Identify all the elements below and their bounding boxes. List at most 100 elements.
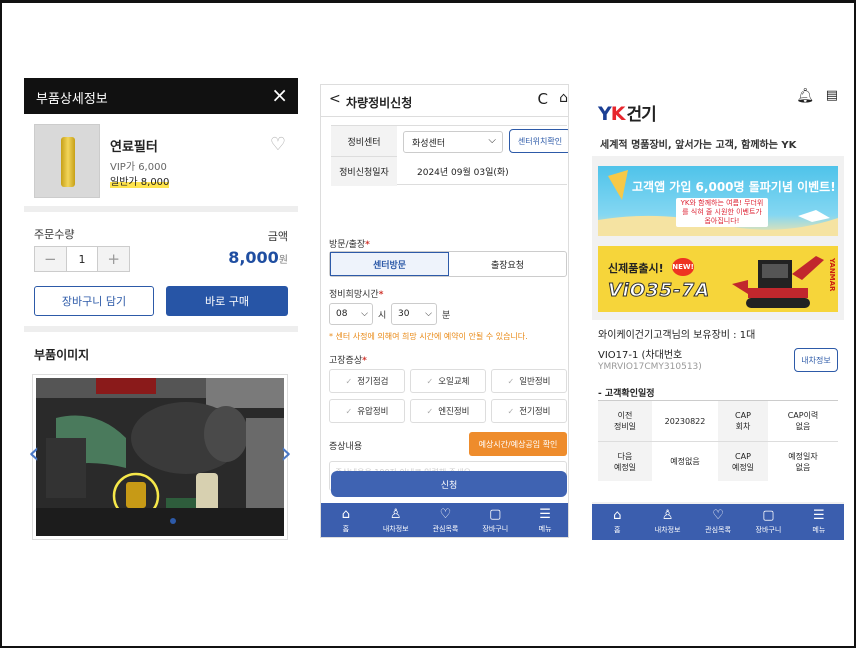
nav-wishlist[interactable]: ♡ 관심목록 [421,503,471,537]
nav-label: 홈 [613,526,621,534]
nav-label: 내차정보 [654,526,681,534]
check-icon: ✓ [507,406,515,416]
nav-my-car[interactable]: ♙ 내차정보 [642,504,692,540]
heart-icon: ♡ [439,507,452,522]
divider [24,326,298,332]
chevron-down-icon: ⌵ [488,135,496,146]
yk-home-screen: YK 건기 🔔︎ ▤ 세계적 명품장비, 앞서가는 고객, 함께하는 YK 고객앱… [592,84,844,540]
service-request-screen: < 차량정비신청 C ⌂ 정비센터 화성센터 ⌵ 센터위치확인 정비신청일자 2… [320,84,569,538]
plus-button[interactable]: + [98,247,130,271]
quantity-label: 주문수량 [34,228,75,241]
menu-icon: ☰ [539,507,551,522]
table-cell: 예정없음 [652,441,718,481]
heart-icon[interactable]: ♡ [270,134,286,155]
nav-wishlist[interactable]: ♡ 관심목록 [693,504,743,540]
buy-now-button[interactable]: 바로 구매 [166,286,288,316]
symptom-label: 오일교체 [438,377,470,387]
chevron-down-icon: ⌵ [425,309,432,319]
nav-label: 메뉴 [812,526,826,534]
center-label: 정비센터 [331,126,397,156]
minus-button[interactable]: − [35,247,66,271]
next-arrow-icon[interactable]: › [280,436,292,471]
symptom-checkbox[interactable]: ✓ 전기정비 [491,399,567,423]
content-label: 증상내용 [329,442,363,452]
close-icon[interactable]: × [271,84,288,106]
symptom-checkbox[interactable]: ✓ 엔진정비 [410,399,486,423]
home-icon: ⌂ [341,507,351,522]
person-icon: ♙ [389,507,402,522]
visit-type-text: 방문/출장 [329,240,366,250]
vip-price: VIP가 6,000 [110,162,167,173]
visit-type-label: 방문/출장* [329,237,370,250]
brand-name: YANMAR [828,258,836,292]
symptom-label: 전기정비 [519,407,551,417]
nav-cart[interactable]: ▢ 장바구니 [743,504,793,540]
check-icon: ✓ [426,406,434,416]
nav-cart[interactable]: ▢ 장바구니 [470,503,520,537]
symptom-label: 유압정비 [357,407,389,417]
table-cell: 다음 예정일 [598,441,652,481]
center-select[interactable]: 화성센터 ⌵ [403,131,503,153]
table-cell: CAP 예정일 [718,441,768,481]
symptom-checkbox[interactable]: ✓ 정기점검 [329,369,405,393]
schedule-table: 이전 정비일 20230822 CAP 회차 CAP이력 없음 다음 예정일 예… [598,400,838,481]
divider [24,206,298,212]
carousel-indicator [170,518,176,524]
table-cell: CAP 회차 [718,401,768,441]
add-to-cart-button[interactable]: 장바구니 담기 [34,286,154,316]
product-name: 연료필터 [110,140,158,155]
table-cell: 이전 정비일 [598,401,652,441]
nav-label: 내차정보 [382,525,409,533]
part-image-title: 부품이미지 [34,348,90,362]
visit-center-option[interactable]: 센터방문 [330,252,449,276]
quantity-stepper: − 1 + [34,246,130,272]
quantity-input[interactable]: 1 [65,247,99,271]
check-icon: ✓ [345,376,353,386]
visit-type-toggle: 센터방문 출장요청 [329,251,567,277]
check-icon: ✓ [345,406,353,416]
nav-home[interactable]: ⌂ 홈 [592,504,642,540]
hour-value: 08 [336,309,348,319]
my-car-button[interactable]: 내차정보 [794,348,838,372]
service-request-header: < 차량정비신청 C ⌂ [321,85,568,117]
submit-button[interactable]: 신청 [331,471,567,497]
date-value: 2024년 09월 03일(화) [417,168,509,178]
nav-menu[interactable]: ☰ 메뉴 [520,503,568,537]
estimate-button[interactable]: 예상시간/예상공임 확인 [469,432,567,456]
back-icon[interactable]: < [329,91,341,107]
part-detail-header: 부품상세정보 × [24,78,298,114]
time-label: 정비희망시간* [329,287,383,300]
minute-select[interactable]: 30 ⌵ [391,303,437,325]
visit-onsite-option[interactable]: 출장요청 [449,252,566,276]
bottom-nav: ⌂ 홈 ♙ 내차정보 ♡ 관심목록 ▢ 장바구니 ☰ 메뉴 [592,504,844,540]
product-thumbnail [34,124,100,198]
symptom-label: 엔진정비 [438,407,470,417]
nav-home[interactable]: ⌂ 홈 [321,503,371,537]
prev-arrow-icon[interactable]: ‹ [28,436,40,471]
person-icon: ♙ [661,508,674,523]
symptom-checkbox[interactable]: ✓ 일반정비 [491,369,567,393]
nav-my-car[interactable]: ♙ 내차정보 [371,503,421,537]
home-icon[interactable]: ⌂ [559,90,568,106]
menu-icon: ☰ [813,508,825,523]
home-icon: ⌂ [613,508,622,523]
bell-icon[interactable]: 🔔︎ [796,88,814,104]
center-location-button[interactable]: 센터위치확인 [509,129,568,153]
table-cell: 20230822 [664,416,706,426]
nav-menu[interactable]: ☰ 메뉴 [794,504,844,540]
time-label-text: 정비희망시간 [329,290,379,300]
equipment-model: VIO17-1 (차대번호 [598,350,683,361]
service-info-table: 정비센터 화성센터 ⌵ 센터위치확인 정비신청일자 2024년 09월 03일(… [331,125,568,186]
symptom-checkbox[interactable]: ✓ 오일교체 [410,369,486,393]
normal-price: 일반가 8,000 [110,173,170,188]
schedule-title: - 고객확인일정 [598,389,655,399]
hour-select[interactable]: 08 ⌵ [329,303,373,325]
refresh-icon[interactable]: C [538,90,548,108]
minute-unit: 분 [442,311,451,321]
table-cell: 예정일자 없음 [768,441,838,481]
event-banner[interactable]: 고객앱 가입 6,000명 돌파기념 이벤트! YK와 함께하는 여름! 무더위… [598,166,838,236]
symptom-checkbox[interactable]: ✓ 유압정비 [329,399,405,423]
new-product-banner[interactable]: 신제품출시! NEW! ViO35-7A YANMAR [598,246,838,312]
amount-label: 금액 [267,230,288,243]
document-icon[interactable]: ▤ [826,88,838,103]
